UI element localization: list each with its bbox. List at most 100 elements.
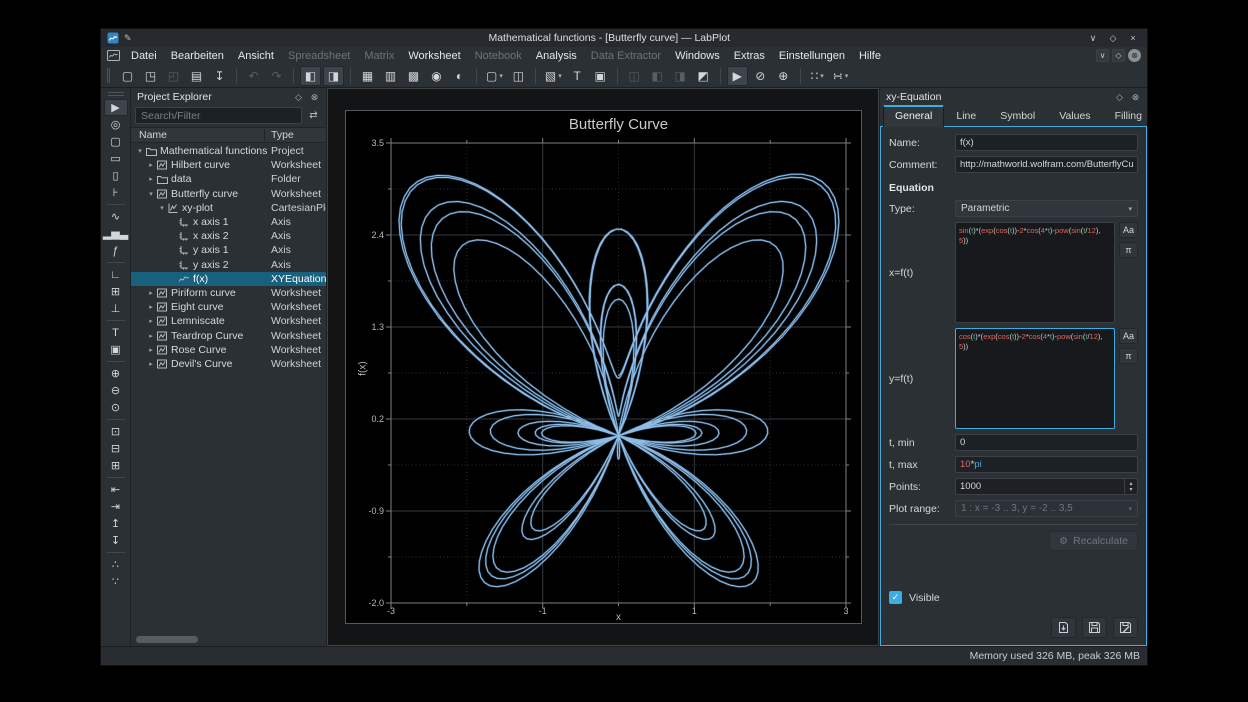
t-max-input[interactable]: 10*pi: [955, 456, 1138, 473]
add-info-element-button[interactable]: ⊥: [104, 300, 128, 317]
horizontal-scrollbar[interactable]: [133, 635, 324, 644]
minimize-button[interactable]: ∨: [1085, 33, 1101, 44]
zoom-level-button[interactable]: ∺▾: [830, 66, 852, 86]
zoom-mode-button[interactable]: ⊕: [773, 66, 794, 86]
shift-down-y-button[interactable]: ↧: [104, 532, 128, 549]
tab-general[interactable]: General: [883, 105, 944, 127]
expander-closed-icon[interactable]: ▸: [146, 303, 156, 311]
toggle-project-explorer-button[interactable]: ◧: [300, 66, 321, 86]
tree-row-eight-curve[interactable]: ▸Eight curveWorksheet: [131, 300, 326, 314]
expander-closed-icon[interactable]: ▸: [146, 317, 156, 325]
t-min-input[interactable]: [955, 434, 1138, 451]
insert-function-button[interactable]: π: [1119, 242, 1138, 258]
navigation-mode-button[interactable]: ⊘: [750, 66, 771, 86]
worksheet-view[interactable]: -3-1133.52.41.30.2-0.9-2.0 Butterfly Cur…: [327, 88, 879, 646]
new-project-button[interactable]: ▢: [117, 66, 138, 86]
worksheet-page[interactable]: -3-1133.52.41.30.2-0.9-2.0 Butterfly Cur…: [345, 110, 862, 624]
tree-row-mathematical-functions[interactable]: ▾Mathematical functionsProject: [131, 144, 326, 158]
shift-up-y-button[interactable]: ↥: [104, 515, 128, 532]
zoom-y-select-button[interactable]: ▯: [104, 167, 128, 184]
load-function-button[interactable]: [1051, 617, 1076, 638]
zoom-select-button[interactable]: ▢: [104, 133, 128, 150]
print-button[interactable]: ▤: [186, 66, 207, 86]
butterfly-curve-plot[interactable]: -3-1133.52.41.30.2-0.9-2.0: [346, 111, 863, 625]
pin-icon[interactable]: ✎: [124, 33, 132, 44]
expander-closed-icon[interactable]: ▸: [146, 360, 156, 368]
x-equation-input[interactable]: sin(t)*(exp(cos(t))-2*cos(4*t)-pow(sin(t…: [955, 222, 1115, 323]
mdi-close-button[interactable]: ⊗: [1128, 49, 1141, 62]
export-worksheet-button[interactable]: ▧▾: [542, 66, 565, 86]
tree-row-butterfly-curve[interactable]: ▾Butterfly curveWorksheet: [131, 187, 326, 201]
select-mode-button[interactable]: ▶: [727, 66, 748, 86]
float-dock-icon[interactable]: ◇: [1114, 92, 1125, 103]
visible-checkbox[interactable]: ✓: [889, 591, 902, 604]
menu-einstellungen[interactable]: Einstellungen: [772, 50, 852, 62]
add-histogram-button[interactable]: ▂▅▃: [104, 225, 128, 242]
add-xy-curve-button[interactable]: ∿: [104, 208, 128, 225]
tree-row-y-axis-1[interactable]: y axis 1Axis: [131, 243, 326, 257]
menu-hilfe[interactable]: Hilfe: [852, 50, 888, 62]
open-project-button[interactable]: ◳: [140, 66, 161, 86]
menu-analysis[interactable]: Analysis: [529, 50, 584, 62]
tree-row-x-axis-1[interactable]: x axis 1Axis: [131, 215, 326, 229]
close-dock-icon[interactable]: ⊗: [309, 92, 320, 103]
equation-type-select[interactable]: Parametric ▾: [955, 200, 1138, 217]
add-axis-button[interactable]: ∟: [104, 266, 128, 283]
column-header-type[interactable]: Type: [265, 129, 294, 141]
zoom-x-select-button[interactable]: ▭: [104, 150, 128, 167]
zoom-in-button[interactable]: ⊕: [104, 365, 128, 382]
new-matrix-button[interactable]: ▩: [403, 66, 424, 86]
tree-row-devil-s-curve[interactable]: ▸Devil's CurveWorksheet: [131, 357, 326, 371]
crosshair-mode-button[interactable]: ◎: [104, 116, 128, 133]
auto-scale-x-button[interactable]: ⊟: [104, 440, 128, 457]
tree-row-lemniscate[interactable]: ▸LemniscateWorksheet: [131, 314, 326, 328]
tab-filling[interactable]: Filling: [1103, 106, 1154, 126]
add-text-frame-button[interactable]: T: [567, 66, 588, 86]
y-equation-input[interactable]: cos(t)*(exp(cos(t))-2*cos(4*t)-pow(sin(t…: [955, 328, 1115, 429]
auto-scale-button[interactable]: ⊡: [104, 423, 128, 440]
expander-closed-icon[interactable]: ▸: [146, 332, 156, 340]
new-spreadsheet-button[interactable]: ▥: [380, 66, 401, 86]
insert-constant-button[interactable]: Aa: [1119, 222, 1138, 238]
tree-row-xy-plot[interactable]: ▾xy-plotCartesianPlot: [131, 201, 326, 215]
expander-open-icon[interactable]: ▾: [157, 204, 167, 212]
import-data-button[interactable]: ◉: [426, 66, 447, 86]
toolbar-handle[interactable]: [108, 92, 124, 96]
save-function-button[interactable]: [1082, 617, 1107, 638]
close-dock-icon[interactable]: ⊗: [1130, 92, 1141, 103]
layout-grid-button[interactable]: ◩: [693, 66, 714, 86]
maximize-button[interactable]: ◇: [1105, 33, 1121, 44]
cursor-tool-button[interactable]: ⊦: [104, 184, 128, 201]
tree-row-x-axis-2[interactable]: x axis 2Axis: [131, 229, 326, 243]
add-image-button[interactable]: ▣: [104, 341, 128, 358]
name-input[interactable]: [955, 134, 1138, 151]
shift-right-x-button[interactable]: ⇥: [104, 498, 128, 515]
add-legend-button[interactable]: ⊞: [104, 283, 128, 300]
auto-scale-y-button[interactable]: ⊞: [104, 457, 128, 474]
tree-row-piriform-curve[interactable]: ▸Piriform curveWorksheet: [131, 286, 326, 300]
menu-datei[interactable]: Datei: [124, 50, 164, 62]
magnification-button[interactable]: ∷▾: [807, 66, 828, 86]
tree-row-rose-curve[interactable]: ▸Rose CurveWorksheet: [131, 343, 326, 357]
new-notebook-button[interactable]: ◫: [508, 66, 529, 86]
tab-values[interactable]: Values: [1047, 106, 1102, 126]
expander-closed-icon[interactable]: ▸: [146, 161, 156, 169]
tab-symbol[interactable]: Symbol: [988, 106, 1047, 126]
close-button[interactable]: ×: [1125, 33, 1141, 43]
tree-row-y-axis-2[interactable]: y axis 2Axis: [131, 258, 326, 272]
tree-row-f-x[interactable]: f(x)XYEquationCurve: [131, 272, 326, 286]
comment-input[interactable]: [955, 156, 1138, 173]
points-input[interactable]: [955, 478, 1138, 495]
tree-row-data[interactable]: ▸dataFolder: [131, 172, 326, 186]
menu-bearbeiten[interactable]: Bearbeiten: [164, 50, 231, 62]
pointer-mode-button[interactable]: ▶: [104, 99, 128, 116]
search-input[interactable]: [135, 107, 302, 124]
new-workbook-button[interactable]: ▦: [357, 66, 378, 86]
shift-left-x-button[interactable]: ⇤: [104, 481, 128, 498]
column-header-name[interactable]: Name: [131, 129, 265, 141]
mdi-restore-button[interactable]: ◇: [1112, 49, 1125, 62]
zoom-origin-button[interactable]: ⊙: [104, 399, 128, 416]
export-pdf-button[interactable]: ↧: [209, 66, 230, 86]
tree-row-teardrop-curve[interactable]: ▸Teardrop CurveWorksheet: [131, 328, 326, 342]
expander-open-icon[interactable]: ▾: [146, 190, 156, 198]
